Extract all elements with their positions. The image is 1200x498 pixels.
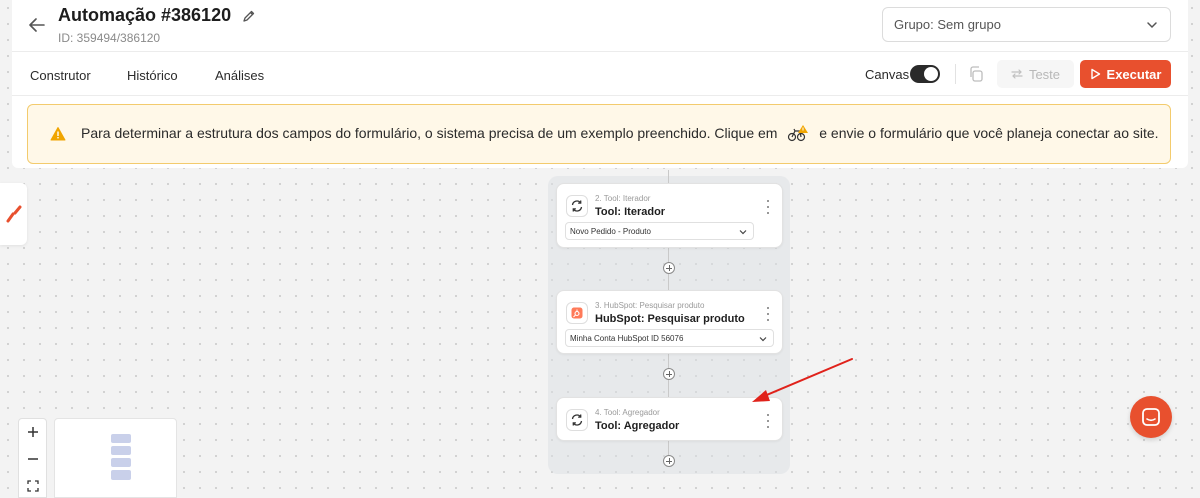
copy-icon[interactable] — [966, 64, 986, 84]
top-panel: Automação #386120 ID: 359494/386120 Grup… — [12, 0, 1188, 168]
bicycle-warning-icon — [787, 124, 809, 145]
node-menu-icon[interactable] — [762, 414, 774, 428]
iterate-icon — [566, 195, 588, 217]
alert-message: Para determinar a estrutura dos campos d… — [81, 124, 1159, 145]
node-card-agregador[interactable]: 4. Tool: Agregador Tool: Agregador — [556, 397, 783, 441]
node-menu-icon[interactable] — [762, 307, 774, 321]
test-button[interactable]: Teste — [997, 60, 1074, 88]
canvas-toggle[interactable] — [910, 65, 940, 83]
node-title: Tool: Agregador — [595, 420, 680, 432]
info-alert: Para determinar a estrutura dos campos d… — [27, 104, 1171, 164]
node-select[interactable]: Novo Pedido - Produto — [565, 222, 754, 240]
chat-support-button[interactable] — [1130, 396, 1172, 438]
tabs-bar: Construtor Histórico Análises Canvas Tes… — [12, 52, 1188, 96]
back-arrow-icon[interactable] — [26, 14, 48, 36]
minimap-node — [111, 470, 131, 480]
fit-view-button[interactable] — [19, 473, 46, 498]
test-button-label: Teste — [1028, 66, 1061, 82]
chat-icon — [1142, 408, 1160, 426]
node-title: Tool: Iterador — [595, 206, 666, 218]
node-select[interactable]: Minha Conta HubSpot ID 56076 — [565, 329, 774, 347]
node-step-label: 4. Tool: Agregador — [595, 408, 660, 417]
node-title: HubSpot: Pesquisar produto — [595, 313, 745, 325]
minimap-node — [111, 446, 131, 455]
group-select-value: Grupo: Sem grupo — [894, 17, 1001, 32]
run-button[interactable]: Executar — [1080, 60, 1171, 88]
minimap[interactable] — [54, 418, 177, 498]
add-step-button[interactable] — [663, 455, 675, 467]
zoom-controls — [18, 418, 47, 498]
swap-arrows-icon — [1011, 69, 1023, 79]
connector-line — [668, 441, 669, 455]
tab-construtor[interactable]: Construtor — [30, 68, 91, 83]
automation-id: ID: 359494/386120 — [58, 31, 161, 45]
add-step-button[interactable] — [663, 368, 675, 380]
header: Automação #386120 ID: 359494/386120 Grup… — [12, 0, 1188, 52]
warning-icon — [50, 127, 66, 141]
run-button-label: Executar — [1106, 66, 1162, 82]
node-step-label: 2. Tool: Iterador — [595, 194, 651, 203]
chevron-down-icon — [739, 228, 747, 238]
page-title: Automação #386120 — [58, 5, 232, 25]
chevron-down-icon — [759, 335, 767, 345]
node-card-hubspot[interactable]: 3. HubSpot: Pesquisar produto HubSpot: P… — [556, 290, 783, 354]
play-icon — [1090, 68, 1100, 80]
brand-logo-icon — [6, 205, 21, 223]
alert-text-after: e envie o formulário que você planeja co… — [819, 124, 1159, 141]
aggregate-icon — [566, 409, 588, 431]
minimap-node — [111, 458, 131, 467]
plus-icon — [27, 427, 38, 437]
fit-screen-icon — [26, 480, 39, 492]
canvas-toggle-label: Canvas — [865, 67, 910, 82]
node-menu-icon[interactable] — [762, 200, 774, 214]
zoom-out-button[interactable] — [19, 446, 46, 472]
node-card-iterador[interactable]: 2. Tool: Iterador Tool: Iterador Novo Pe… — [556, 183, 783, 248]
divider — [955, 64, 956, 84]
tab-analises[interactable]: Análises — [215, 68, 264, 83]
tab-historico[interactable]: Histórico — [127, 68, 178, 83]
node-step-label: 3. HubSpot: Pesquisar produto — [595, 301, 705, 310]
edit-pencil-icon[interactable] — [240, 7, 258, 25]
connector-line — [668, 170, 669, 184]
add-step-button[interactable] — [663, 262, 675, 274]
minimap-node — [111, 434, 131, 443]
node-select-value: Minha Conta HubSpot ID 56076 — [570, 333, 684, 343]
minus-icon — [27, 458, 38, 460]
zoom-in-button[interactable] — [19, 419, 46, 445]
node-select-value: Novo Pedido - Produto — [570, 226, 651, 236]
chevron-down-icon — [1146, 19, 1158, 34]
toggle-knob — [924, 67, 938, 81]
hubspot-icon — [566, 302, 588, 324]
alert-text-before: Para determinar a estrutura dos campos d… — [81, 124, 778, 141]
sidebar-toggle[interactable] — [0, 183, 27, 245]
group-select[interactable]: Grupo: Sem grupo — [882, 7, 1171, 42]
